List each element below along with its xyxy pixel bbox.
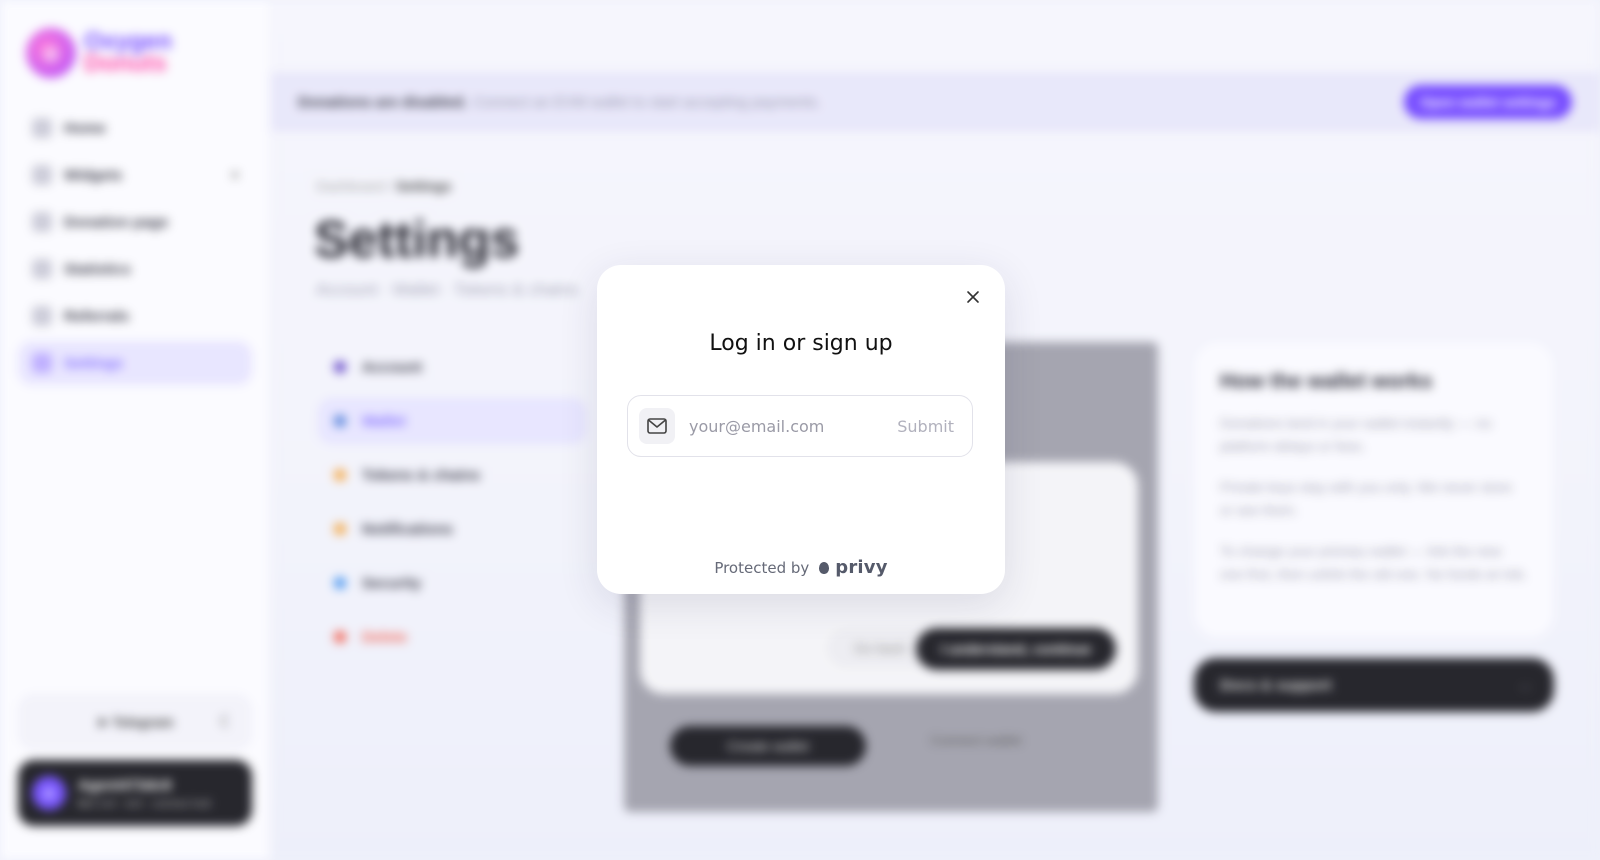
submit-button[interactable]: Submit: [897, 417, 954, 436]
mail-icon: [647, 418, 667, 434]
privy-brand: privy: [835, 557, 888, 578]
modal-title: Log in or sign up: [709, 331, 893, 356]
protected-by-privy[interactable]: Protected by privy: [597, 557, 1005, 578]
protected-by-label: Protected by: [714, 558, 810, 577]
close-button[interactable]: [959, 283, 987, 311]
email-field-container[interactable]: Submit: [627, 395, 973, 457]
mail-icon-box: [639, 408, 675, 444]
login-modal: Log in or sign up Submit Protected by pr…: [597, 265, 1005, 594]
close-icon: [967, 291, 979, 303]
email-input[interactable]: [687, 415, 891, 437]
privy-logo-icon: [819, 561, 830, 574]
